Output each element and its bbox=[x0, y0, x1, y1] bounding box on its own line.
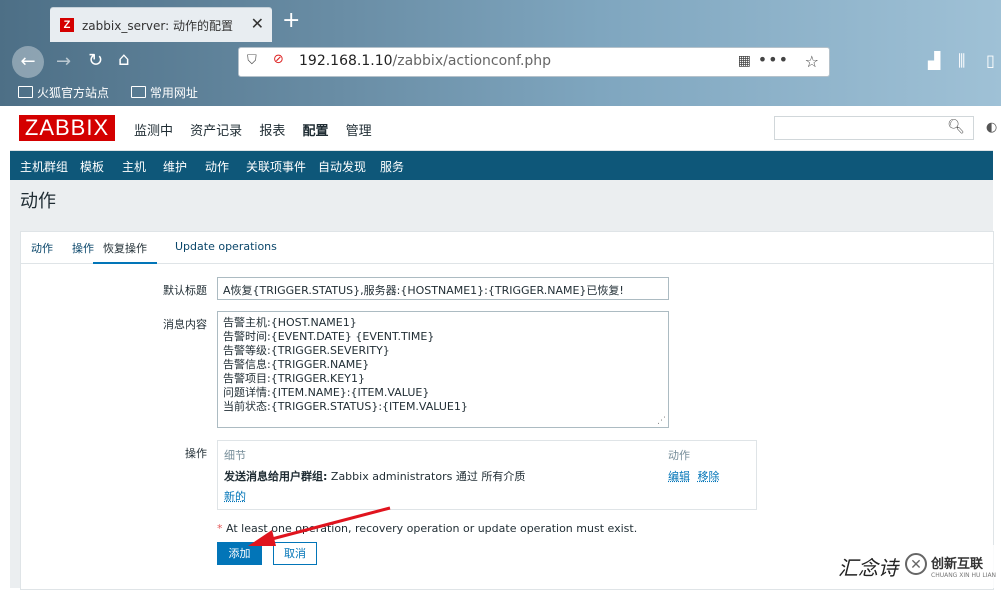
bookmark-item[interactable]: 火狐官方站点 bbox=[18, 86, 109, 100]
folder-icon bbox=[130, 86, 146, 98]
page-header: 动作 bbox=[10, 180, 993, 220]
new-operation-link[interactable]: 新的 bbox=[224, 488, 246, 504]
submenu-hosts[interactable]: 主机 bbox=[122, 158, 146, 175]
operation-detail: Zabbix administrators 通过 所有介质 bbox=[327, 470, 526, 483]
brand-subtitle: CHUANG XIN HU LIAN bbox=[931, 572, 997, 579]
remove-link[interactable]: 移除 bbox=[698, 470, 720, 483]
tab-update-operations[interactable]: Update operations bbox=[175, 240, 277, 253]
message-line: 告警信息:{TRIGGER.NAME} bbox=[223, 358, 370, 371]
brand-watermark: ✕ 创新互联 CHUANG XIN HU LIAN bbox=[900, 545, 1001, 588]
note-text: At least one operation, recovery operati… bbox=[226, 522, 638, 535]
back-icon[interactable]: ← bbox=[12, 46, 44, 78]
brand-name: 创新互联 bbox=[931, 557, 984, 572]
tab-recovery-operations[interactable]: 恢复操作 bbox=[93, 240, 157, 264]
submenu-event-correlation[interactable]: 关联项事件 bbox=[246, 158, 306, 175]
home-icon[interactable]: ⌂ bbox=[118, 49, 129, 70]
column-header-details: 细节 bbox=[224, 449, 246, 462]
submenu-maintenance[interactable]: 维护 bbox=[163, 158, 187, 175]
folder-icon bbox=[18, 86, 33, 98]
extension-icon[interactable]: ▟ bbox=[928, 51, 940, 70]
action-form-panel: 动作 操作 恢复操作 Update operations 默认标题 A恢复{TR… bbox=[20, 231, 994, 590]
page-title: 动作 bbox=[20, 191, 56, 212]
zabbix-logo[interactable]: ZABBIX bbox=[19, 115, 115, 141]
more-icon[interactable]: ••• bbox=[758, 50, 789, 69]
operations-label: 操作 bbox=[185, 447, 207, 460]
submenu-templates[interactable]: 模板 bbox=[80, 158, 104, 175]
tab-title: zabbix_server: 动作的配置 bbox=[82, 19, 233, 33]
table-row: 发送消息给用户群组: Zabbix administrators 通过 所有介质 bbox=[224, 468, 525, 484]
edit-link[interactable]: 编辑 bbox=[668, 470, 690, 483]
browser-tab[interactable]: Z zabbix_server: 动作的配置 ✕ bbox=[50, 8, 272, 42]
submenu-services[interactable]: 服务 bbox=[380, 158, 404, 175]
row-actions: 编辑 移除 bbox=[668, 468, 720, 484]
form-tabs: 动作 操作 恢复操作 Update operations bbox=[21, 232, 993, 264]
operation-type: 发送消息给用户群组: bbox=[224, 470, 328, 483]
required-asterisk: * bbox=[217, 522, 223, 535]
message-textarea[interactable]: 告警主机:{HOST.NAME1} 告警时间:{EVENT.DATE} {EVE… bbox=[217, 311, 669, 428]
message-line: 告警等级:{TRIGGER.SEVERITY} bbox=[223, 344, 390, 357]
message-line: 问题详情:{ITEM.NAME}:{ITEM.VALUE} bbox=[223, 386, 430, 399]
message-line: 当前状态:{TRIGGER.STATUS}:{ITEM.VALUE1} bbox=[223, 400, 468, 413]
message-line: 告警时间:{EVENT.DATE} {EVENT.TIME} bbox=[223, 330, 435, 343]
resize-grip-icon[interactable]: ⋰ bbox=[657, 416, 666, 426]
subject-label: 默认标题 bbox=[163, 284, 207, 297]
message-label: 消息内容 bbox=[163, 318, 207, 331]
menu-inventory[interactable]: 资产记录 bbox=[190, 124, 242, 139]
bookmarks-toolbar: 火狐官方站点 常用网址 bbox=[18, 84, 216, 101]
shield-icon[interactable]: ⛉ bbox=[247, 53, 257, 68]
sub-menu: 主机群组 模板 主机 维护 动作 关联项事件 自动发现 服务 bbox=[10, 151, 993, 183]
menu-configuration[interactable]: 配置 bbox=[302, 124, 328, 139]
zabbix-favicon-icon: Z bbox=[60, 18, 74, 32]
subject-input[interactable]: A恢复{TRIGGER.STATUS},服务器:{HOSTNAME1}:{TRI… bbox=[217, 277, 669, 300]
watermark-text: 汇念诗 bbox=[838, 556, 898, 580]
column-header-action: 动作 bbox=[668, 449, 690, 462]
validation-note: * At least one operation, recovery opera… bbox=[217, 522, 637, 535]
url-text[interactable]: 192.168.1.10/zabbix/actionconf.php bbox=[299, 53, 551, 69]
insecure-lock-icon[interactable]: ⊘ bbox=[273, 52, 284, 67]
address-bar[interactable]: ⛉ ⊘ 192.168.1.10/zabbix/actionconf.php ▦… bbox=[238, 47, 830, 77]
submenu-discovery[interactable]: 自动发现 bbox=[318, 158, 366, 175]
search-input[interactable]: 🔍︎ bbox=[774, 116, 974, 140]
zabbix-page: ZABBIX 监测中 资产记录 报表 配置 管理 🔍︎ ◐ 主机群组 模板 主机… bbox=[10, 106, 997, 590]
search-icon[interactable]: 🔍︎ bbox=[947, 119, 965, 135]
bookmark-star-icon[interactable]: ☆ bbox=[805, 52, 819, 71]
help-icon[interactable]: ◐ bbox=[986, 120, 997, 135]
new-tab-icon[interactable]: + bbox=[282, 10, 300, 32]
browser-chrome: Z zabbix_server: 动作的配置 ✕ + ← → ↻ ⌂ ⛉ ⊘ 1… bbox=[0, 0, 1001, 106]
cancel-button[interactable]: 取消 bbox=[273, 542, 317, 565]
reload-icon[interactable]: ↻ bbox=[88, 50, 103, 71]
menu-reports[interactable]: 报表 bbox=[259, 124, 285, 139]
tab-action[interactable]: 动作 bbox=[31, 240, 53, 256]
bookmark-item[interactable]: 常用网址 bbox=[130, 86, 198, 100]
message-line: 告警主机:{HOST.NAME1} bbox=[223, 316, 357, 329]
menu-administration[interactable]: 管理 bbox=[346, 124, 372, 139]
forward-icon[interactable]: → bbox=[56, 51, 71, 72]
brand-logo-icon: ✕ bbox=[905, 553, 927, 575]
message-line: 告警项目:{TRIGGER.KEY1} bbox=[223, 372, 365, 385]
library-icon[interactable]: ⫼ bbox=[958, 51, 965, 71]
add-button[interactable]: 添加 bbox=[217, 542, 262, 565]
menu-monitoring[interactable]: 监测中 bbox=[134, 124, 173, 139]
sidebar-icon[interactable]: ▯ bbox=[986, 51, 995, 70]
close-tab-icon[interactable]: ✕ bbox=[251, 14, 264, 33]
main-menu: 监测中 资产记录 报表 配置 管理 bbox=[134, 120, 385, 139]
operations-table: 细节 动作 发送消息给用户群组: Zabbix administrators 通… bbox=[217, 440, 757, 510]
qr-code-icon[interactable]: ▦ bbox=[738, 53, 751, 69]
tab-operations[interactable]: 操作 bbox=[72, 240, 94, 256]
submenu-host-groups[interactable]: 主机群组 bbox=[20, 158, 68, 175]
top-navbar: ZABBIX 监测中 资产记录 报表 配置 管理 🔍︎ ◐ bbox=[10, 106, 997, 151]
